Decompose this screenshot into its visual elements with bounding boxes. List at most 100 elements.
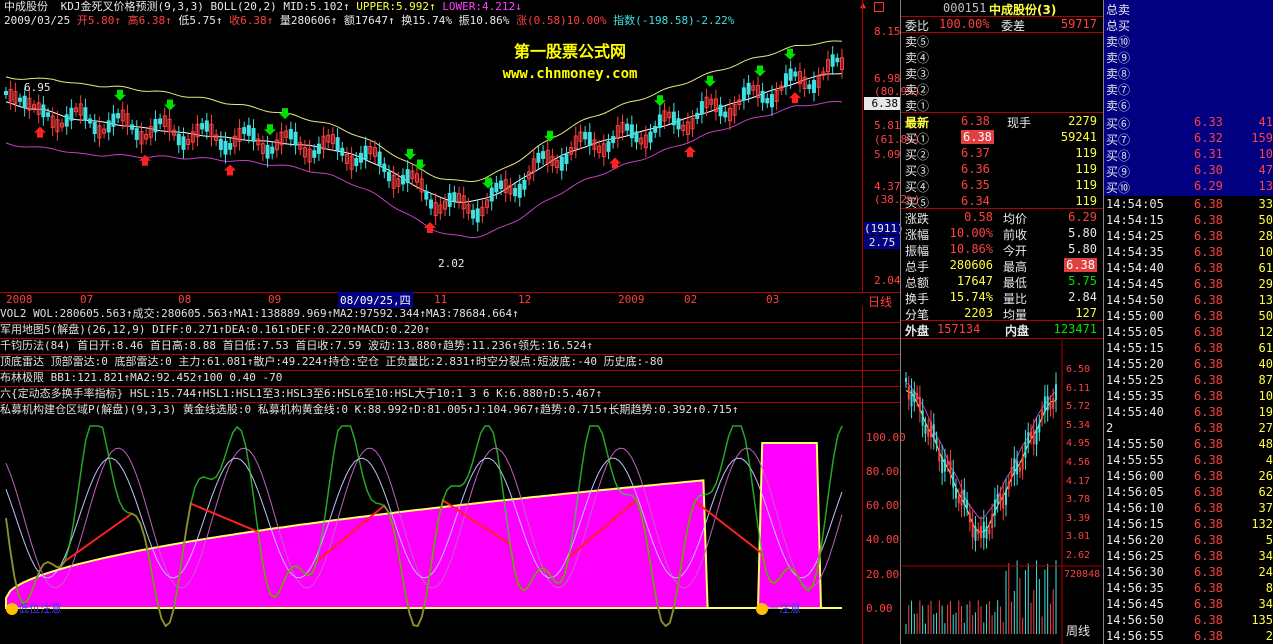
mini-candle-body xyxy=(921,410,924,426)
candle-body xyxy=(559,156,564,171)
indicator-bollinger-limit[interactable]: 布林极限 BB1:121.821↑MA2:92.452↑100 0.40 -70 xyxy=(0,370,282,386)
indicator-macd[interactable]: 军用地图5(解盘)(26,12,9) DIFF:0.271↑DEA:0.161↑… xyxy=(0,322,430,338)
stat-label: 最高 xyxy=(1003,260,1028,274)
tick-vol: 19 xyxy=(1258,405,1273,419)
time-label: 03 xyxy=(766,293,780,306)
mini-candle-body xyxy=(1010,467,1013,478)
candle-body xyxy=(811,79,816,94)
waipan-label: 外盘 xyxy=(905,324,930,338)
stat-label: 涨跌 xyxy=(905,212,930,226)
axis-label: 20.00 xyxy=(866,568,900,581)
candle-body xyxy=(723,111,728,118)
indicator-title[interactable]: KDJ金死叉价格预测(9,3,3) xyxy=(61,0,204,13)
tick-vol: 132 xyxy=(1251,517,1273,531)
time-label: 2008 xyxy=(6,293,33,306)
stat-label: 换手 xyxy=(905,292,930,306)
tick-vol: 27 xyxy=(1258,421,1273,435)
candle-body xyxy=(629,124,634,139)
candle-body xyxy=(788,68,793,81)
depth-buy-vol: 13 xyxy=(1258,179,1273,193)
tick-row: 14:54:25 6.38 28 xyxy=(1104,228,1273,244)
bar-open: 开5.80 xyxy=(76,14,115,27)
mini-candle-body xyxy=(927,427,930,437)
scroll-up-icon[interactable]: ▲ xyxy=(858,0,868,12)
tick-row: 14:56:25 6.38 34 xyxy=(1104,548,1273,564)
tick-time: 14:55:05 xyxy=(1106,325,1164,339)
candle-body xyxy=(18,97,23,102)
indicator-turnover[interactable]: 六{定动态多换手率指标} HSL:15.744↑HSL1:HSL1至3:HSL3… xyxy=(0,386,602,402)
tick-vol: 10 xyxy=(1258,245,1273,259)
watermark: 第一股票公式网 www.chnmoney.com xyxy=(470,38,670,82)
current-price-tag: 6.38 xyxy=(864,97,900,110)
indicator-vol[interactable]: VOL2 WOL:280605.563↑成交:280605.563↑MA1:13… xyxy=(0,306,519,322)
indicator-private-fund[interactable]: 私募机构建仓区域P(解盘)(9,3,3) 黄金线选股:0 私募机构黄金线:0 K… xyxy=(0,402,738,418)
period-day-label[interactable]: 日线 xyxy=(868,293,892,310)
indicator-radar[interactable]: 顶底雷达 顶部雷达:0 底部雷达:0 主力:61.081↑散户:49.224↑持… xyxy=(0,354,663,370)
lower-indicator-chart[interactable] xyxy=(0,418,862,644)
candle-body xyxy=(88,118,93,124)
mini-candle-body xyxy=(982,521,985,538)
candle-body xyxy=(634,131,639,143)
total-buy-label: 总买 xyxy=(1106,19,1131,33)
main-kline-chart[interactable] xyxy=(0,28,900,292)
mini-candle-body xyxy=(949,460,952,474)
tick-row: 14:55:20 6.38 40 xyxy=(1104,356,1273,372)
candle-body xyxy=(653,126,658,133)
mini-candle-body xyxy=(1005,490,1007,505)
depth-buy-vol: 41 xyxy=(1258,115,1273,129)
time-axis: 2008 07 08 09 08/09/25,四 11 12 2009 02 0… xyxy=(0,292,862,308)
tick-vol: 62 xyxy=(1258,485,1273,499)
depth-panel: 总卖 总买 卖⑩ 卖⑨ 卖⑧ 卖⑦ 卖⑥ 买⑥ 6.33 41 买⑦ 6.32 159 买⑧ … xyxy=(1104,0,1273,196)
sell-signal-arrow-icon xyxy=(114,89,126,101)
candle-body xyxy=(699,101,704,115)
tick-time: 14:56:45 xyxy=(1106,597,1164,611)
stat-label: 今开 xyxy=(1003,244,1028,258)
mini-candle-body xyxy=(971,522,974,538)
tick-vol: 12 xyxy=(1258,325,1273,339)
candle-body xyxy=(312,150,317,158)
bar-close: 收6.38 xyxy=(229,14,267,27)
mini-candle-body xyxy=(935,438,938,445)
index-change: 指数(-198.58)-2.22% xyxy=(613,14,735,27)
candle-body xyxy=(424,190,429,200)
tick-price: 6.38 xyxy=(1194,357,1223,371)
indicator-qianjun[interactable]: 千钧历法(84) 首日开:8.46 首日高:8.88 首日低:7.53 首日收:… xyxy=(0,338,593,354)
stat-label: 振幅 xyxy=(905,244,930,258)
tick-time: 14:55:20 xyxy=(1106,357,1164,371)
mini-period-label[interactable]: 周线 xyxy=(1066,622,1090,639)
tick-list[interactable]: 14:54:05 6.38 33 14:54:15 6.38 50 14:54:… xyxy=(1104,196,1273,644)
smiley-icon xyxy=(6,603,18,615)
chart-maximize-icon[interactable] xyxy=(874,2,884,12)
xianshou-value: 2279 xyxy=(1068,114,1097,128)
mini-candle-body xyxy=(938,450,941,462)
neipan-label: 内盘 xyxy=(1005,324,1030,338)
tick-time: 14:55:15 xyxy=(1106,341,1164,355)
candle-body xyxy=(46,112,51,117)
candle-body xyxy=(134,128,139,140)
tick-time: 14:54:05 xyxy=(1106,197,1164,211)
candle-body xyxy=(741,87,746,101)
depth-buy-price: 6.30 xyxy=(1194,163,1223,177)
mini-candle-body xyxy=(1021,456,1024,470)
sell-signal-arrow-icon xyxy=(544,130,556,142)
candle-body xyxy=(106,120,111,133)
candle-body xyxy=(400,175,405,185)
tick-price: 6.38 xyxy=(1194,469,1223,483)
candle-body xyxy=(769,94,774,108)
buy-level-vol: 119 xyxy=(1075,146,1097,160)
stat-value: 15.74% xyxy=(949,290,993,304)
bar-amplitude: 振10.86% xyxy=(458,14,510,27)
mini-candle-body xyxy=(913,391,916,402)
buy-level-price: 6.38 xyxy=(961,130,994,144)
mini-candle-body xyxy=(955,487,957,499)
candle-body xyxy=(695,112,700,120)
buy-level-label: 买④ xyxy=(905,180,930,194)
candle-body xyxy=(293,131,298,146)
mini-axis-label: 6.50 xyxy=(1066,364,1091,375)
candle-body xyxy=(223,140,228,155)
tick-vol: 29 xyxy=(1258,277,1273,291)
depth-sell-label: 卖⑦ xyxy=(1106,83,1131,97)
stat-value: 5.75 xyxy=(1068,274,1097,288)
mini-axis-label: 5.72 xyxy=(1066,401,1091,413)
candle-body xyxy=(429,199,434,209)
